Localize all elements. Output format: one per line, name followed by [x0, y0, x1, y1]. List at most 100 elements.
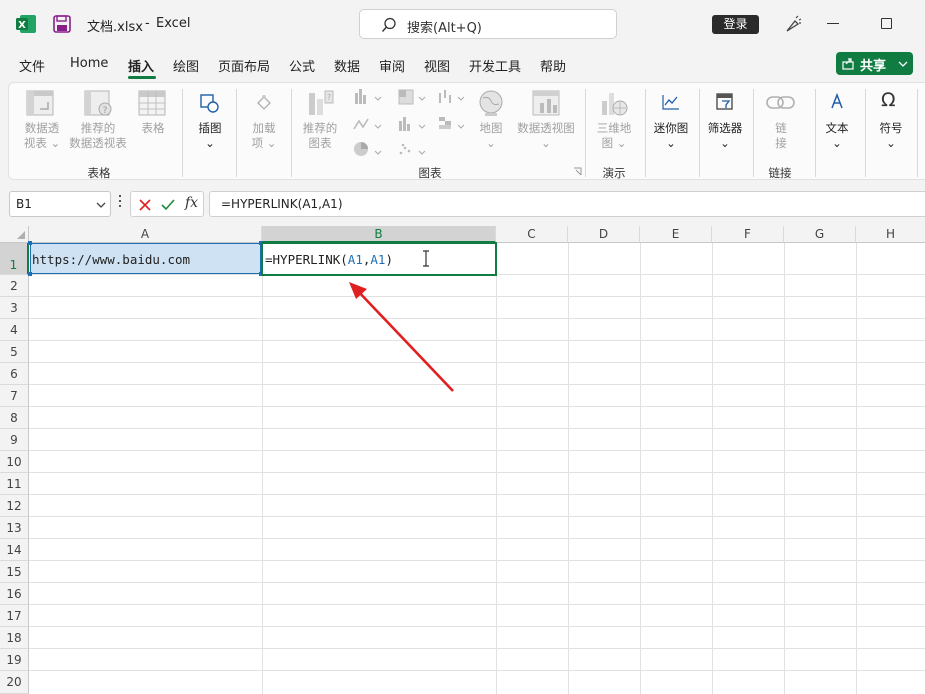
3d-map-button[interactable]: 三维地 图 ⌄	[591, 121, 637, 151]
annotation-arrow-icon	[349, 282, 454, 392]
gridline	[29, 472, 925, 473]
title-bar: X 文档.xlsx - Excel 搜索(Alt+Q) 登录	[0, 0, 925, 48]
tab-help[interactable]: 帮助	[540, 56, 566, 75]
row-header-9[interactable]: 9	[0, 429, 29, 451]
ribbon-tabs: 文件 Home 插入 绘图 页面布局 公式 数据 审阅 视图 开发工具 帮助 共…	[0, 48, 925, 80]
row-header-6[interactable]: 6	[0, 363, 29, 385]
gridline	[29, 384, 925, 385]
worksheet-grid[interactable]: A B C D E F G H 1 2 3 4 5 6 7 8 9 10 11 …	[0, 226, 925, 694]
link-button[interactable]: 链 接	[767, 121, 795, 151]
formula-ref-a1-second[interactable]: A1	[370, 252, 385, 267]
gridline	[29, 450, 925, 451]
row-header-18[interactable]: 18	[0, 627, 29, 649]
3d-map-label-2: 图 ⌄	[591, 136, 637, 151]
row-header-17[interactable]: 17	[0, 605, 29, 627]
column-header-e[interactable]: E	[640, 226, 712, 243]
recommended-charts-button[interactable]: 推荐的 图表	[299, 121, 341, 151]
pivot-table-label-2: 视表 ⌄	[17, 136, 67, 151]
row-header-15[interactable]: 15	[0, 561, 29, 583]
3d-map-label-1: 三维地	[596, 121, 632, 135]
symbols-button[interactable]: 符号 ⌄	[871, 121, 911, 151]
column-header-a[interactable]: A	[29, 226, 262, 243]
row-header-19[interactable]: 19	[0, 649, 29, 671]
tab-draw[interactable]: 绘图	[173, 56, 199, 75]
search-box[interactable]: 搜索(Alt+Q)	[359, 9, 617, 39]
formula-bar-grip-icon[interactable]	[119, 195, 121, 211]
name-box-value: B1	[16, 197, 32, 211]
row-header-12[interactable]: 12	[0, 495, 29, 517]
cell-b1-editor[interactable]: =HYPERLINK(A1,A1)	[261, 242, 497, 276]
row-header-13[interactable]: 13	[0, 517, 29, 539]
tab-insert[interactable]: 插入	[128, 56, 154, 75]
select-all-corner[interactable]	[0, 226, 29, 243]
cancel-icon[interactable]	[138, 198, 152, 212]
formula-input[interactable]: =HYPERLINK(A1,A1)	[209, 191, 925, 217]
row-header-14[interactable]: 14	[0, 539, 29, 561]
row-header-3[interactable]: 3	[0, 297, 29, 319]
gridline	[29, 538, 925, 539]
formula-ref-a1[interactable]: A1	[348, 252, 363, 267]
column-header-c[interactable]: C	[496, 226, 568, 243]
ref-handle[interactable]	[28, 241, 32, 245]
recommended-pivot-icon: ?	[83, 89, 115, 119]
group-divider	[815, 89, 816, 177]
table-button[interactable]: 表格	[135, 121, 171, 136]
pivot-table-button[interactable]: 数据透 视表 ⌄	[17, 121, 67, 151]
tab-formulas[interactable]: 公式	[289, 56, 315, 75]
row-header-20[interactable]: 20	[0, 671, 29, 694]
column-header-d[interactable]: D	[568, 226, 640, 243]
coauthor-icon[interactable]	[783, 14, 803, 34]
title-separator: -	[145, 16, 150, 31]
row-header-11[interactable]: 11	[0, 473, 29, 495]
maximize-icon[interactable]	[881, 18, 892, 29]
filters-button[interactable]: 筛选器 ⌄	[703, 121, 747, 151]
share-button[interactable]: 共享	[836, 52, 913, 75]
pivot-chart-button[interactable]: 数据透视图 ⌄	[511, 121, 581, 151]
row-header-16[interactable]: 16	[0, 583, 29, 605]
tab-review[interactable]: 审阅	[379, 56, 405, 75]
tab-home[interactable]: Home	[70, 56, 108, 71]
formula-prefix: =HYPERLINK(	[265, 252, 348, 267]
row-header-7[interactable]: 7	[0, 385, 29, 407]
gridline	[29, 296, 925, 297]
addins-button[interactable]: 加载 项 ⌄	[245, 121, 283, 151]
link-icon	[766, 96, 795, 109]
enter-check-icon[interactable]	[160, 198, 176, 212]
text-button[interactable]: 文本 ⌄	[817, 121, 857, 151]
row-header-2[interactable]: 2	[0, 275, 29, 297]
row-header-4[interactable]: 4	[0, 319, 29, 341]
recommended-pivot-label-2: 数据透视表	[69, 136, 127, 150]
row-header-10[interactable]: 10	[0, 451, 29, 473]
minimize-icon[interactable]	[827, 23, 839, 24]
sparklines-label: 迷你图	[653, 121, 689, 135]
name-box[interactable]: B1	[9, 191, 111, 217]
chevron-down-icon	[898, 61, 908, 67]
tab-page-layout[interactable]: 页面布局	[218, 56, 270, 75]
insert-function-button[interactable]: fx	[185, 195, 198, 211]
column-header-b[interactable]: B	[262, 226, 496, 243]
login-button[interactable]: 登录	[712, 15, 759, 34]
text-icon	[831, 92, 843, 109]
tab-file[interactable]: 文件	[19, 56, 45, 75]
dialog-launcher-icon[interactable]	[573, 167, 582, 176]
save-icon[interactable]	[53, 15, 71, 33]
group-divider	[182, 89, 183, 177]
tab-data[interactable]: 数据	[334, 56, 360, 75]
maps-button[interactable]: 地图 ⌄	[471, 121, 511, 151]
row-header-1[interactable]: 1	[0, 243, 29, 275]
addins-icon	[257, 95, 271, 110]
row-header-5[interactable]: 5	[0, 341, 29, 363]
row-header-8[interactable]: 8	[0, 407, 29, 429]
column-header-h[interactable]: H	[856, 226, 925, 243]
sparklines-button[interactable]: 迷你图 ⌄	[649, 121, 693, 151]
column-header-f[interactable]: F	[712, 226, 784, 243]
gridline	[29, 516, 925, 517]
column-header-g[interactable]: G	[784, 226, 856, 243]
tab-developer[interactable]: 开发工具	[469, 56, 521, 75]
group-divider	[585, 89, 586, 177]
tab-view[interactable]: 视图	[424, 56, 450, 75]
illustrations-button[interactable]: 插图 ⌄	[191, 121, 229, 151]
ref-handle[interactable]	[28, 272, 32, 276]
cell-a1[interactable]: https://www.baidu.com	[28, 241, 263, 276]
recommended-pivot-button[interactable]: 推荐的 数据透视表	[65, 121, 131, 151]
